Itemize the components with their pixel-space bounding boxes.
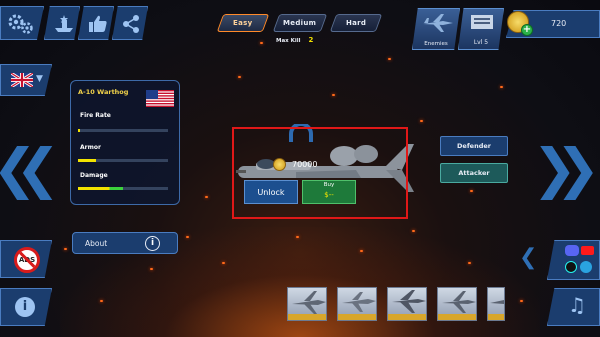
defender-label: Defender: [457, 142, 491, 150]
difficulty-hard-label: Hard: [345, 19, 367, 27]
enemies-button[interactable]: Enemies: [412, 8, 460, 50]
stat-fire-rate-fill: [78, 129, 80, 132]
aircraft-thumb-3[interactable]: [387, 287, 427, 321]
stat-fire-rate-bar: [78, 129, 168, 132]
stat-damage-bar: [78, 187, 168, 190]
jet-thumb-icon: [490, 300, 504, 304]
ship-icon: [55, 15, 73, 32]
level-label: Lvl 5: [473, 39, 489, 46]
add-icon: +: [522, 24, 532, 35]
difficulty-hard-button[interactable]: Hard: [329, 14, 383, 32]
us-flag-icon: [146, 90, 174, 107]
aircraft-thumb-4[interactable]: [437, 287, 477, 321]
coins-value: 720: [551, 19, 567, 28]
enemies-label: Enemies: [424, 41, 448, 47]
settings-button[interactable]: [0, 6, 44, 40]
difficulty-medium-label: Medium: [283, 19, 317, 27]
stat-armor-fill: [78, 159, 96, 162]
difficulty-medium-button[interactable]: Medium: [272, 14, 328, 32]
youtube-icon[interactable]: [581, 246, 594, 255]
level-button[interactable]: Lvl 5: [458, 8, 504, 50]
attacker-label: Attacker: [458, 169, 490, 177]
max-kill-label: Max Kill: [276, 38, 301, 44]
defender-button[interactable]: Defender: [440, 136, 508, 156]
share-icon: [123, 15, 139, 33]
like-button[interactable]: [78, 6, 114, 40]
chevron-down-icon: ▼: [36, 74, 43, 84]
music-button[interactable]: ♫: [547, 288, 600, 326]
info-icon: i: [15, 297, 35, 317]
previous-aircraft-button[interactable]: ❯❯: [14, 137, 61, 200]
next-aircraft-button[interactable]: ❯❯: [532, 142, 600, 196]
info-button[interactable]: i: [0, 288, 52, 326]
attacker-button[interactable]: Attacker: [440, 163, 508, 183]
stat-damage-label: Damage: [80, 172, 108, 179]
share-button[interactable]: [112, 6, 148, 40]
jet-thumb-icon: [342, 292, 376, 312]
rank-icon: [471, 15, 493, 29]
stat-damage-fill: [78, 187, 123, 190]
stat-armor-bar: [78, 159, 168, 162]
expand-social-button[interactable]: ❮: [519, 245, 537, 270]
chevron-left-icon: ❯❯: [14, 137, 61, 200]
telegram-icon[interactable]: [580, 261, 592, 273]
add-coins-button[interactable]: +: [521, 24, 533, 36]
no-ads-icon: ADS: [14, 247, 40, 273]
uk-flag-icon: [11, 73, 33, 87]
aircraft-thumb-5[interactable]: [487, 287, 505, 321]
selection-highlight: [232, 127, 408, 219]
info-small-icon: i: [145, 236, 160, 251]
max-kill-value: 2: [308, 36, 314, 44]
jet-thumb-icon: [292, 291, 326, 314]
carrier-button[interactable]: [44, 6, 80, 40]
tiktok-icon[interactable]: [565, 261, 577, 273]
enemy-jet-icon: [423, 14, 453, 32]
difficulty-easy-label: Easy: [233, 19, 253, 27]
language-button[interactable]: ▼: [0, 64, 52, 96]
no-ads-button[interactable]: ADS: [0, 240, 52, 278]
discord-icon[interactable]: [565, 245, 579, 256]
like-icon: [89, 15, 107, 32]
difficulty-easy-button[interactable]: Easy: [216, 14, 270, 32]
stat-armor-label: Armor: [80, 144, 101, 151]
music-icon: ♫: [568, 293, 586, 317]
about-label: About: [85, 239, 108, 248]
chevron-left-small-icon: ❮: [519, 245, 538, 270]
aircraft-thumb-1[interactable]: [287, 287, 327, 321]
jet-thumb-icon: [392, 290, 426, 313]
jet-thumb-icon: [442, 291, 476, 313]
stat-fire-rate-label: Fire Rate: [80, 112, 111, 119]
max-kill-row: Max Kill 2: [276, 36, 313, 44]
chevron-right-icon: ❯❯: [532, 137, 600, 200]
settings-icon: [8, 14, 33, 34]
aircraft-thumb-2[interactable]: [337, 287, 377, 321]
aircraft-name: A-10 Warthog: [78, 88, 129, 96]
about-button[interactable]: About i: [72, 232, 178, 254]
